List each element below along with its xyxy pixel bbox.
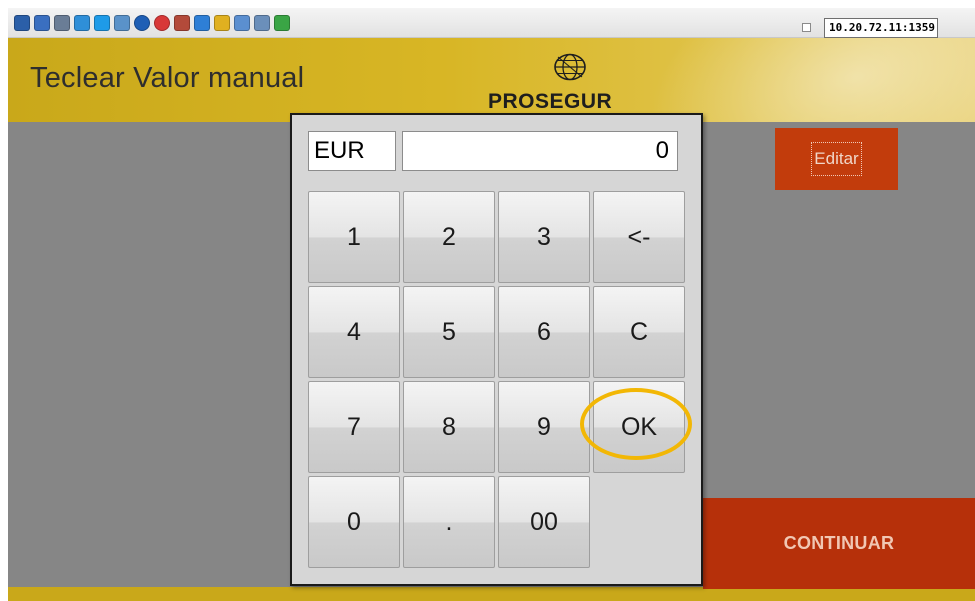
key-backspace[interactable]: <- [593, 191, 685, 283]
refresh-icon[interactable] [74, 15, 90, 31]
key-decimal[interactable]: . [403, 476, 495, 568]
edit-button[interactable]: Editar [775, 128, 898, 190]
ip-checkbox[interactable] [802, 23, 811, 32]
monitor-icon[interactable] [194, 15, 210, 31]
continue-button[interactable]: CONTINUAR [703, 498, 975, 589]
remote-toolbar: 10.20.72.11:1359 [8, 8, 975, 38]
key-7[interactable]: 7 [308, 381, 400, 473]
brand-logo-text: PROSEGUR [488, 90, 613, 113]
footer-band [8, 587, 975, 601]
key-3[interactable]: 3 [498, 191, 590, 283]
amount-input[interactable]: 0 [402, 131, 678, 171]
left-margin [0, 0, 8, 601]
stop-icon[interactable] [154, 15, 170, 31]
key-double-zero[interactable]: 00 [498, 476, 590, 568]
edit-button-label: Editar [811, 142, 862, 176]
windows-icon[interactable] [94, 15, 110, 31]
chat-icon[interactable] [274, 15, 290, 31]
terminal-icon[interactable] [114, 15, 130, 31]
gear-icon[interactable] [54, 15, 70, 31]
key-ok[interactable]: OK [593, 381, 685, 473]
key-9[interactable]: 9 [498, 381, 590, 473]
ip-address-field[interactable]: 10.20.72.11:1359 [824, 18, 938, 38]
screen-header: Teclear Valor manual PROSEGUR [8, 38, 975, 122]
key-1[interactable]: 1 [308, 191, 400, 283]
kiosk-screen: 10.20.72.11:1359 Teclear Valor manual PR… [0, 0, 975, 601]
key-6[interactable]: 6 [498, 286, 590, 378]
header-shine [613, 38, 975, 122]
thermometer-icon[interactable] [174, 15, 190, 31]
key-0[interactable]: 0 [308, 476, 400, 568]
globe-logo-icon [554, 53, 586, 81]
window-icon[interactable] [234, 15, 250, 31]
currency-field: EUR [308, 131, 396, 171]
key-4[interactable]: 4 [308, 286, 400, 378]
screen-icon[interactable] [34, 15, 50, 31]
key-5[interactable]: 5 [403, 286, 495, 378]
numeric-keypad-dialog: EUR 0 1 2 3 <- 4 5 6 C 7 8 9 OK 0 . 00 [290, 113, 703, 586]
info-icon[interactable] [134, 15, 150, 31]
key-2[interactable]: 2 [403, 191, 495, 283]
display-icon[interactable] [254, 15, 270, 31]
folder-icon[interactable] [214, 15, 230, 31]
settings-cog-icon[interactable] [14, 15, 30, 31]
key-8[interactable]: 8 [403, 381, 495, 473]
key-clear[interactable]: C [593, 286, 685, 378]
page-title: Teclear Valor manual [30, 62, 305, 94]
